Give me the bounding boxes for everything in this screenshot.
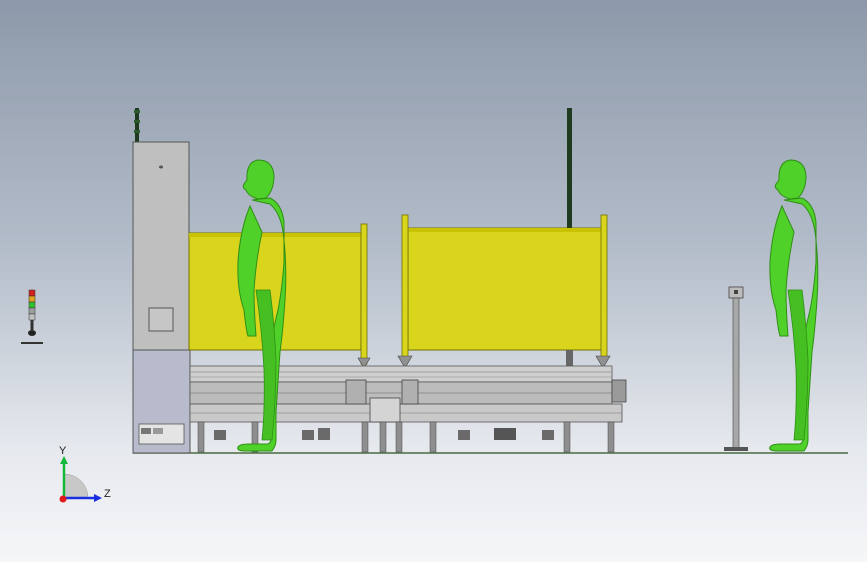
guard-panel-right xyxy=(397,108,611,369)
cad-viewport[interactable]: Y Z xyxy=(0,0,867,562)
human-model-right[interactable] xyxy=(769,159,819,452)
axis-y-label: Y xyxy=(59,445,67,457)
coordinate-triad-icon: Y Z xyxy=(59,445,111,503)
control-cabinet[interactable] xyxy=(132,108,191,454)
scanner-stand[interactable] xyxy=(724,286,748,451)
assembly-drawing: Y Z xyxy=(21,108,848,503)
conveyor-assembly[interactable] xyxy=(189,365,627,453)
signal-tower-icon[interactable] xyxy=(21,289,43,344)
axis-z-label: Z xyxy=(104,488,111,500)
